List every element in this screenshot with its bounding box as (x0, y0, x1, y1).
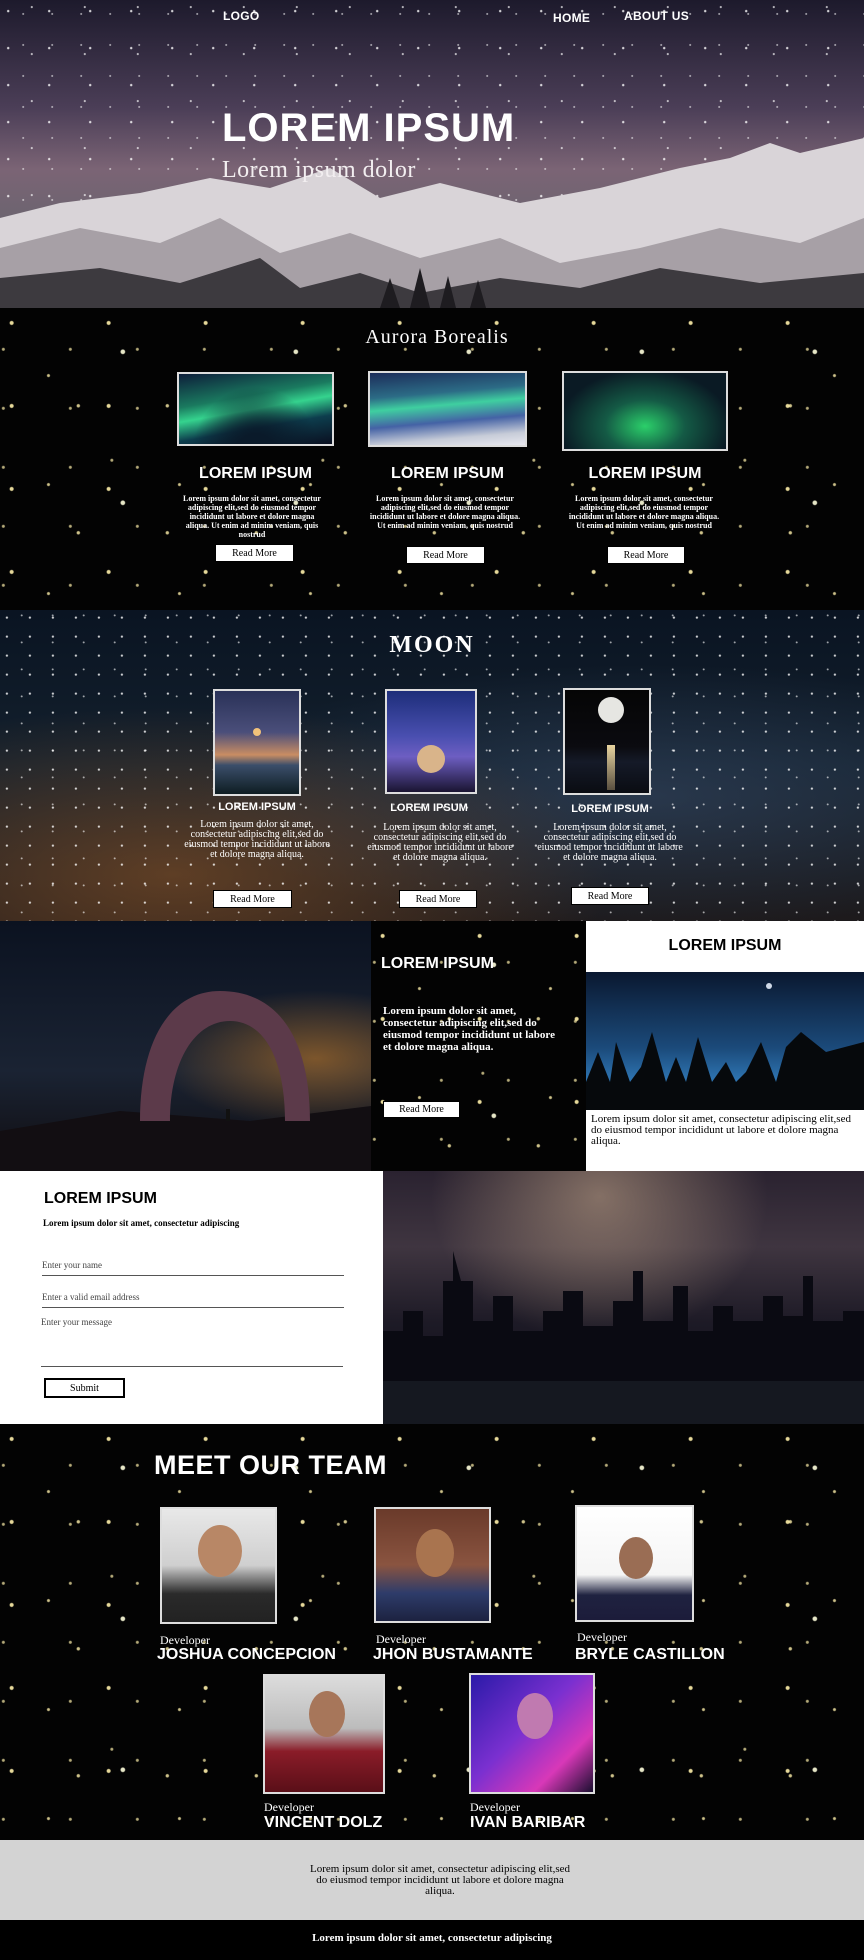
feature-section: LOREM IPSUM Lorem ipsum dolor sit amet, … (0, 921, 864, 1171)
footer-text: Lorem ipsum dolor sit amet, consectetur … (310, 1863, 570, 1897)
feature-read-more-button[interactable]: Read More (383, 1101, 460, 1118)
aurora-card-2-read-more-button[interactable]: Read More (406, 546, 485, 564)
avatar-joshua (160, 1507, 277, 1624)
feature-side-text: Lorem ipsum dolor sit amet, consectetur … (591, 1113, 851, 1147)
member-4-role: Developer (264, 1800, 314, 1814)
moon-card-3-read-more-button[interactable]: Read More (571, 887, 649, 905)
moon-card-1-text: Lorem ipsum dolor sit amet, consectetur … (184, 819, 330, 860)
avatar-ivan (469, 1673, 595, 1794)
moon-card-1-heading: LOREM IPSUM (218, 801, 296, 813)
moon-image-3 (563, 688, 651, 795)
name-field[interactable]: Enter your name (42, 1260, 344, 1276)
team-section: MEET OUR TEAM Developer JOSHUA CONCEPCIO… (0, 1424, 864, 1840)
avatar-vincent (263, 1674, 385, 1794)
aurora-image-3 (562, 371, 728, 451)
moon-image-2 (385, 689, 477, 794)
moon-image-1 (213, 689, 301, 796)
avatar-bryle (575, 1505, 694, 1622)
nav-home-link[interactable]: HOME (553, 11, 590, 25)
nav-about-link[interactable]: ABOUT US (624, 9, 689, 23)
email-field[interactable]: Enter a valid email address (42, 1292, 344, 1308)
moon-card-3-heading: LOREM IPSUM (571, 803, 649, 815)
contact-section: LOREM IPSUM Lorem ipsum dolor sit amet, … (0, 1171, 864, 1424)
aurora-image-2 (368, 371, 527, 447)
aurora-card-1-read-more-button[interactable]: Read More (215, 544, 294, 562)
member-2-role: Developer (376, 1632, 426, 1646)
hero-section: LOGO HOME ABOUT US LOREM IPSUM Lorem ips… (0, 0, 864, 308)
moon-card-2-text: Lorem ipsum dolor sit amet, consectetur … (367, 822, 513, 863)
night-forest-image (586, 972, 864, 1110)
submit-button[interactable]: Submit (44, 1378, 125, 1398)
contact-form: LOREM IPSUM Lorem ipsum dolor sit amet, … (0, 1171, 383, 1424)
member-1-name: JOSHUA CONCEPCION (157, 1646, 336, 1663)
aurora-card-2-heading: LOREM IPSUM (391, 465, 504, 482)
member-4-name: VINCENT DOLZ (264, 1814, 383, 1831)
moon-card-2-heading: LOREM IPSUM (390, 802, 468, 814)
aurora-image-1 (177, 372, 334, 446)
moon-title: MOON (389, 632, 475, 658)
member-3-role: Developer (577, 1630, 627, 1644)
feature-side-panel: LOREM IPSUM Lorem ipsum dolor sit amet, … (586, 921, 864, 1171)
aurora-card-1-heading: LOREM IPSUM (199, 465, 312, 482)
member-3-name: BRYLE CASTILLON (575, 1646, 725, 1663)
rock-arch-image (0, 921, 371, 1171)
contact-heading: LOREM IPSUM (44, 1190, 157, 1207)
aurora-card-3-text: Lorem ipsum dolor sit amet, consectetur … (568, 494, 720, 530)
message-field[interactable]: Enter your message (41, 1317, 343, 1367)
moon-card-2-read-more-button[interactable]: Read More (399, 890, 477, 908)
feature-side-heading: LOREM IPSUM (668, 937, 782, 954)
avatar-jhon (374, 1507, 491, 1623)
moon-card-1-read-more-button[interactable]: Read More (213, 890, 292, 908)
city-skyline-image (383, 1171, 864, 1424)
team-title: MEET OUR TEAM (154, 1450, 387, 1480)
aurora-section: Aurora Borealis LOREM IPSUM Lorem ipsum … (0, 308, 864, 610)
feature-text-panel: LOREM IPSUM Lorem ipsum dolor sit amet, … (371, 921, 586, 1171)
footer-bar: Lorem ipsum dolor sit amet, consectetur … (0, 1920, 864, 1960)
aurora-card-2-text: Lorem ipsum dolor sit amet, consectetur … (369, 494, 521, 530)
aurora-card-1-text: Lorem ipsum dolor sit amet, consectetur … (183, 494, 321, 539)
member-2-name: JHON BUSTAMANTE (373, 1646, 533, 1663)
hero-title: LOREM IPSUM (222, 106, 516, 150)
aurora-card-3-read-more-button[interactable]: Read More (607, 546, 685, 564)
member-5-role: Developer (470, 1800, 520, 1814)
hero-subtitle: Lorem ipsum dolor (222, 157, 416, 183)
feature-text: Lorem ipsum dolor sit amet, consectetur … (383, 1005, 555, 1053)
moon-section: MOON LOREM IPSUM Lorem ipsum dolor sit a… (0, 610, 864, 921)
aurora-card-3-heading: LOREM IPSUM (588, 465, 702, 482)
footer: Lorem ipsum dolor sit amet, consectetur … (0, 1840, 864, 1920)
footer-bottom-text: Lorem ipsum dolor sit amet, consectetur … (312, 1932, 552, 1944)
aurora-title: Aurora Borealis (365, 326, 509, 348)
logo[interactable]: LOGO (223, 9, 260, 23)
member-5-name: IVAN BARIBAR (470, 1814, 586, 1831)
moon-card-3-text: Lorem ipsum dolor sit amet, consectetur … (537, 822, 683, 863)
feature-heading: LOREM IPSUM (381, 955, 494, 972)
contact-subtext: Lorem ipsum dolor sit amet, consectetur … (43, 1218, 240, 1228)
